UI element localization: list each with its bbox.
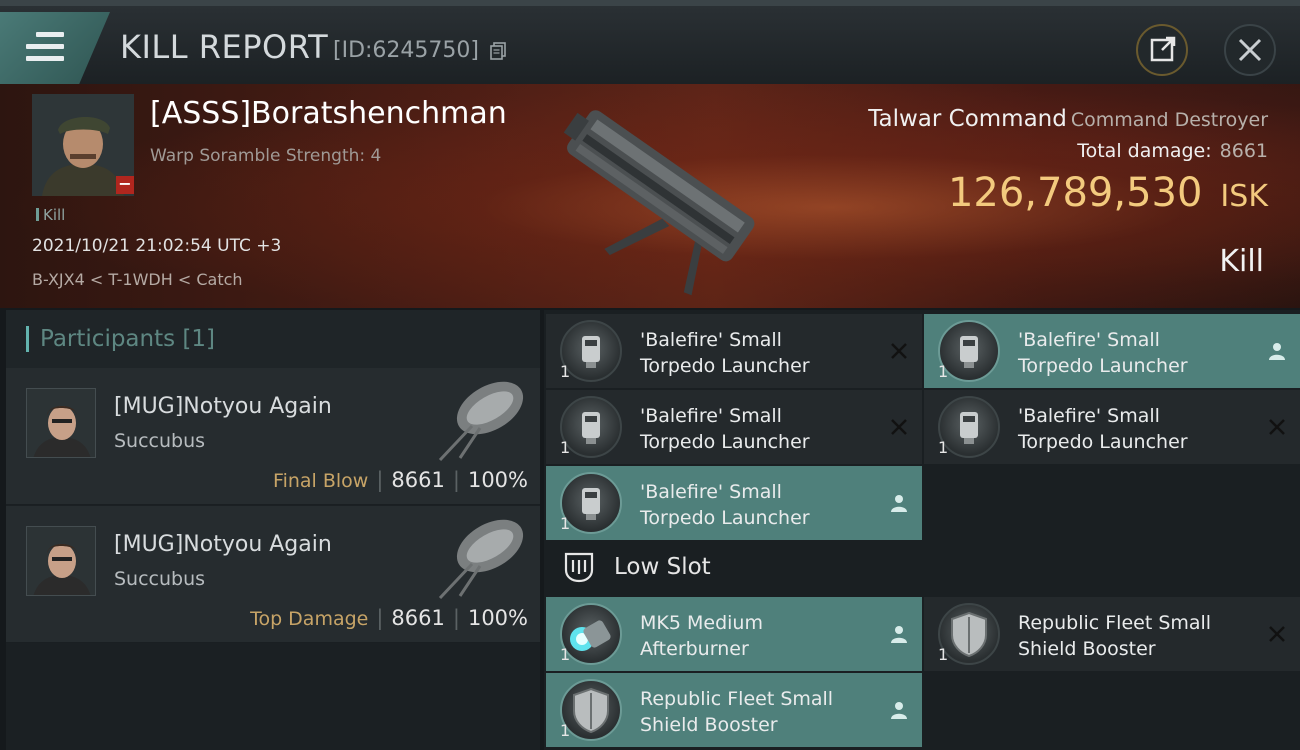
dropped-person-icon: [891, 495, 907, 512]
module-quantity: 1: [560, 645, 571, 664]
ship-class: Command Destroyer: [1070, 109, 1268, 131]
participant-name: [MUG]Notyou Again: [114, 532, 332, 557]
kill-report-header: KILL REPORT [ID:6245750]: [0, 0, 1300, 84]
kill-datetime: 2021/10/21 21:02:54 UTC +3: [32, 236, 282, 256]
warp-scramble-strength: Warp Soramble Strength: 4: [150, 146, 382, 166]
participant-ship: Succubus: [114, 568, 206, 590]
fitting-modules: 1 'Balefire' Small Torpedo Launcher 1 'Ba…: [544, 310, 1300, 750]
module-quantity: 1: [560, 514, 571, 533]
module-item[interactable]: 1 Republic Fleet Small Shield Booster: [924, 597, 1300, 671]
copy-icon[interactable]: [490, 42, 506, 60]
module-quantity: 1: [938, 645, 949, 664]
participants-label: Participants [1]: [40, 326, 215, 352]
destroyed-x-icon: [891, 419, 907, 435]
succubus-ship-icon: [438, 381, 524, 462]
low-slot-header: Low Slot: [544, 540, 920, 594]
damage-value: 8661: [391, 468, 445, 492]
kill-type-tag: Kill: [36, 206, 65, 224]
module-quantity: 1: [560, 362, 571, 381]
final-blow-tag: Final Blow: [273, 470, 369, 492]
damage-percent: 100%: [467, 606, 528, 630]
participant-row[interactable]: [MUG]Notyou Again Succubus Final Blow | 86…: [6, 368, 540, 505]
module-name: 'Balefire' Small Torpedo Launcher: [640, 481, 810, 529]
isk-value: 126,789,530 ISK: [947, 170, 1268, 216]
close-icon: [1238, 38, 1262, 62]
low-slot-label: Low Slot: [614, 554, 711, 580]
module-name: 'Balefire' Small Torpedo Launcher: [1018, 405, 1188, 453]
damage-percent: 100%: [467, 468, 528, 492]
module-item[interactable]: 1 MK5 Medium Afterburner: [546, 597, 922, 671]
module-name: Republic Fleet Small Shield Booster: [1018, 612, 1212, 660]
succubus-ship-icon: [438, 519, 524, 600]
result-label: Kill: [1219, 244, 1264, 279]
module-item[interactable]: 1 'Balefire' Small Torpedo Launcher: [546, 466, 922, 540]
avatar: [26, 526, 96, 596]
low-slot-icon: [564, 552, 594, 583]
destroyed-x-icon: [1269, 626, 1285, 642]
top-damage-tag: Top Damage: [250, 608, 369, 630]
dropped-person-icon: [891, 626, 907, 643]
participant-portrait-icon: [27, 527, 95, 595]
module-item[interactable]: 1 'Balefire' Small Torpedo Launcher: [546, 314, 922, 388]
menu-icon: [26, 32, 64, 62]
module-item[interactable]: 1 Republic Fleet Small Shield Booster: [546, 673, 922, 747]
participant-stats: Top Damage | 8661 | 100%: [250, 606, 528, 630]
module-name: 'Balefire' Small Torpedo Launcher: [1018, 329, 1188, 377]
module-quantity: 1: [560, 438, 571, 457]
module-name: MK5 Medium Afterburner: [640, 612, 763, 660]
victim-name[interactable]: [ASSS]Boratshenchman: [150, 96, 507, 131]
share-button[interactable]: [1136, 24, 1188, 76]
participant-ship: Succubus: [114, 430, 206, 452]
module-quantity: 1: [938, 362, 949, 381]
participant-name: [MUG]Notyou Again: [114, 394, 332, 419]
participants-header[interactable]: Participants [1]: [6, 310, 540, 368]
menu-button[interactable]: [0, 12, 110, 84]
dropped-person-icon: [1269, 343, 1285, 360]
dropped-person-icon: [891, 702, 907, 719]
module-item[interactable]: 1 'Balefire' Small Torpedo Launcher: [546, 390, 922, 464]
share-icon: [1150, 36, 1176, 62]
participant-row[interactable]: [MUG]Notyou Again Succubus Top Damage | 86…: [6, 506, 540, 643]
close-button[interactable]: [1224, 24, 1276, 76]
destroyed-x-icon: [1269, 419, 1285, 435]
victim-ship-name[interactable]: Talwar Command Command Destroyer: [868, 106, 1268, 132]
kill-location[interactable]: B-XJX4 < T-1WDH < Catch: [32, 270, 243, 289]
module-name: Republic Fleet Small Shield Booster: [640, 688, 834, 736]
avatar: [26, 388, 96, 458]
victim-summary: − [ASSS]Boratshenchman Warp Soramble Str…: [0, 84, 1300, 308]
module-name: 'Balefire' Small Torpedo Launcher: [640, 329, 810, 377]
module-name: 'Balefire' Small Torpedo Launcher: [640, 405, 810, 453]
status-badge: −: [116, 176, 134, 194]
destroyed-x-icon: [891, 343, 907, 359]
victim-ship-icon[interactable]: [525, 88, 785, 300]
module-quantity: 1: [560, 721, 571, 740]
participant-portrait-icon: [27, 389, 95, 457]
total-damage: Total damage: 8661: [1077, 140, 1268, 162]
module-item[interactable]: 1 'Balefire' Small Torpedo Launcher: [924, 390, 1300, 464]
report-id: [ID:6245750]: [333, 38, 479, 63]
participant-stats: Final Blow | 8661 | 100%: [273, 468, 528, 492]
page-title: KILL REPORT: [120, 28, 329, 66]
damage-value: 8661: [391, 606, 445, 630]
module-quantity: 1: [938, 438, 949, 457]
module-item[interactable]: 1 'Balefire' Small Torpedo Launcher: [924, 314, 1300, 388]
participants-panel: Participants [1] [MUG]Notyou Again Succu…: [6, 310, 540, 750]
